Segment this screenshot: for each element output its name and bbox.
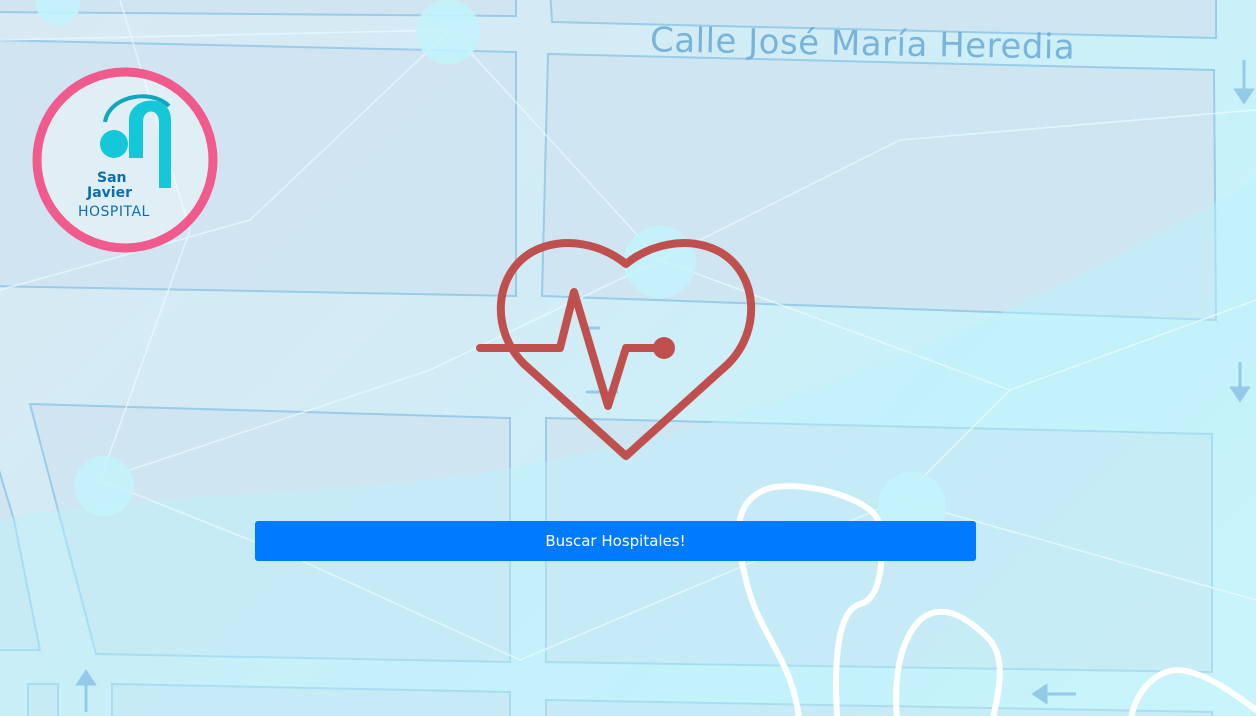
hospital-logo: San Javier HOSPITAL: [32, 67, 218, 253]
search-hospitals-button[interactable]: Buscar Hospitales!: [255, 521, 976, 561]
logo-text-line3: HOSPITAL: [78, 204, 150, 220]
logo-text-line2: Javier: [86, 185, 132, 201]
street-label: Calle José María Heredia: [649, 20, 1076, 68]
app-screen: Calle José María Heredia San Javier HOSP…: [0, 0, 1256, 716]
heartbeat-icon: [476, 239, 756, 460]
logo-text-line1: San: [97, 170, 127, 186]
